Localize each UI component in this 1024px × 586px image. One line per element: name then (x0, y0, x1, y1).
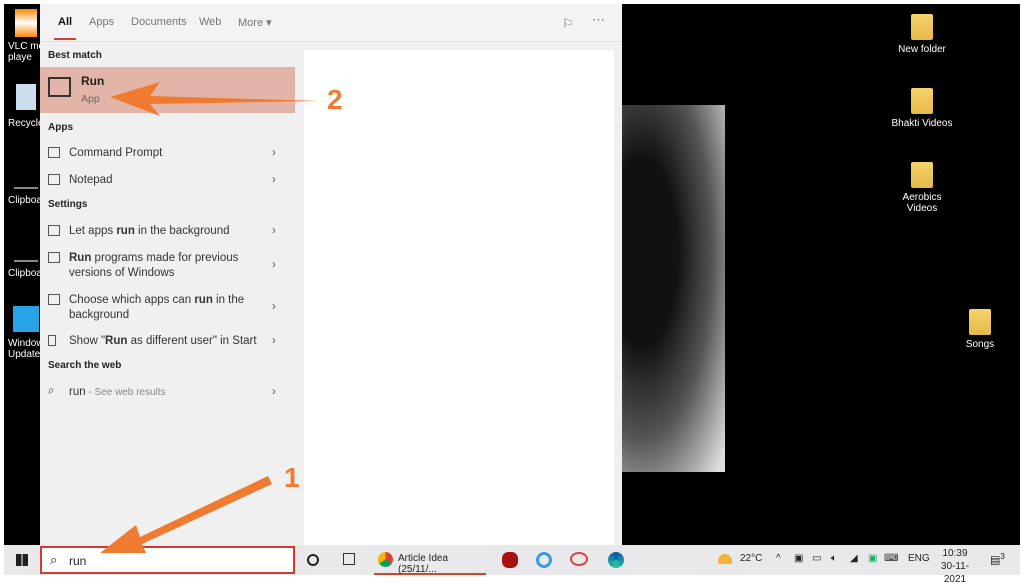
arrow-2 (110, 82, 320, 116)
arrow-1 (100, 476, 272, 553)
annotation-label-2: 2 (327, 84, 343, 115)
annotation-arrows (100, 82, 320, 553)
annotation-label-1: 1 (284, 462, 300, 493)
